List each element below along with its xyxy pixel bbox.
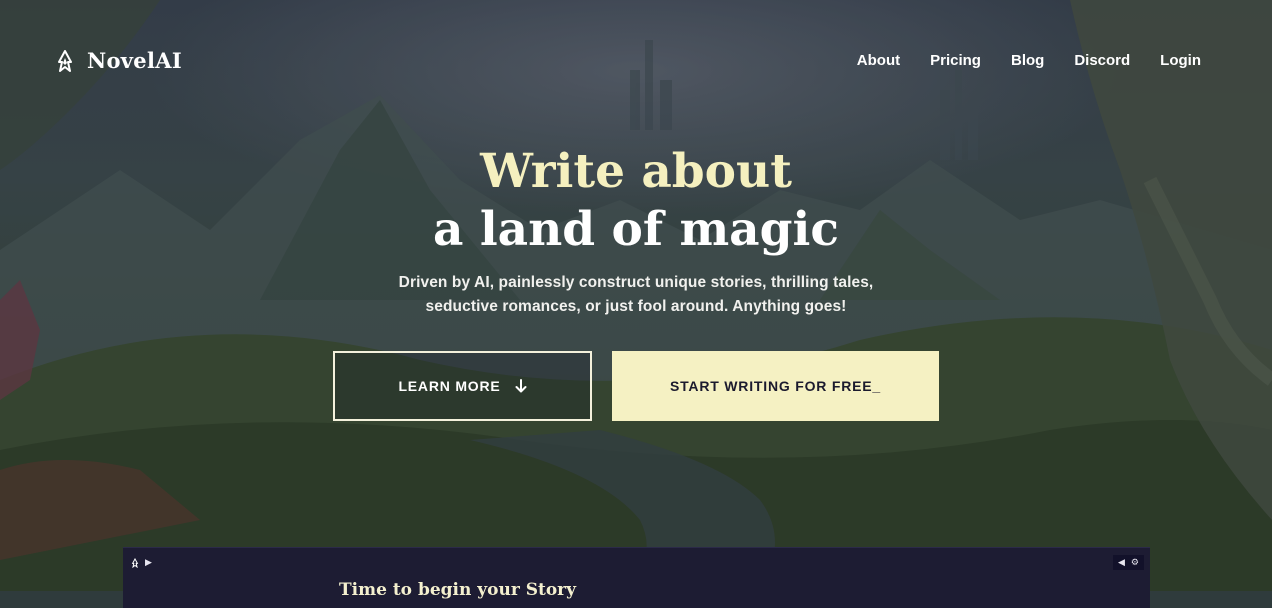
hero-section: Write about a land of magic Driven by AI… [0, 143, 1272, 319]
collapse-left-icon[interactable]: ◀ [1118, 557, 1125, 568]
learn-more-button[interactable]: LEARN MORE [333, 351, 592, 421]
nav-login-link[interactable]: Login [1160, 52, 1201, 69]
hero-headline-line1: Write about [480, 144, 792, 199]
learn-more-label: LEARN MORE [398, 378, 501, 394]
nav-discord-link[interactable]: Discord [1074, 52, 1130, 69]
novelai-logo-icon [58, 49, 72, 72]
nav-pricing-link[interactable]: Pricing [930, 52, 981, 69]
gear-icon[interactable]: ⚙ [1131, 557, 1139, 568]
start-writing-button[interactable]: START WRITING FOR FREE_ [612, 351, 939, 421]
top-navigation: NovelAI About Pricing Blog Discord Login [0, 0, 1272, 120]
hero-headline-line2: a land of magic [433, 202, 839, 257]
hero-headline: Write about a land of magic [0, 143, 1272, 259]
preview-right-controls: ◀ ⚙ [1113, 555, 1144, 570]
nav-links: About Pricing Blog Discord Login [857, 52, 1201, 69]
nav-about-link[interactable]: About [857, 52, 900, 69]
hero-subtitle: Driven by AI, painlessly construct uniqu… [398, 274, 874, 315]
arrow-down-icon [515, 379, 527, 393]
brand[interactable]: NovelAI [55, 48, 182, 73]
app-preview-panel: ▶ ◀ ⚙ Time to begin your Story [123, 547, 1150, 608]
expand-right-icon[interactable]: ▶ [145, 557, 152, 568]
preview-story-title: Time to begin your Story [339, 580, 577, 600]
start-writing-label: START WRITING FOR FREE_ [669, 378, 882, 394]
preview-left-controls: ▶ [131, 557, 152, 568]
brand-name: NovelAI [87, 48, 182, 73]
novelai-small-logo-icon [131, 557, 139, 568]
nav-blog-link[interactable]: Blog [1011, 52, 1044, 69]
